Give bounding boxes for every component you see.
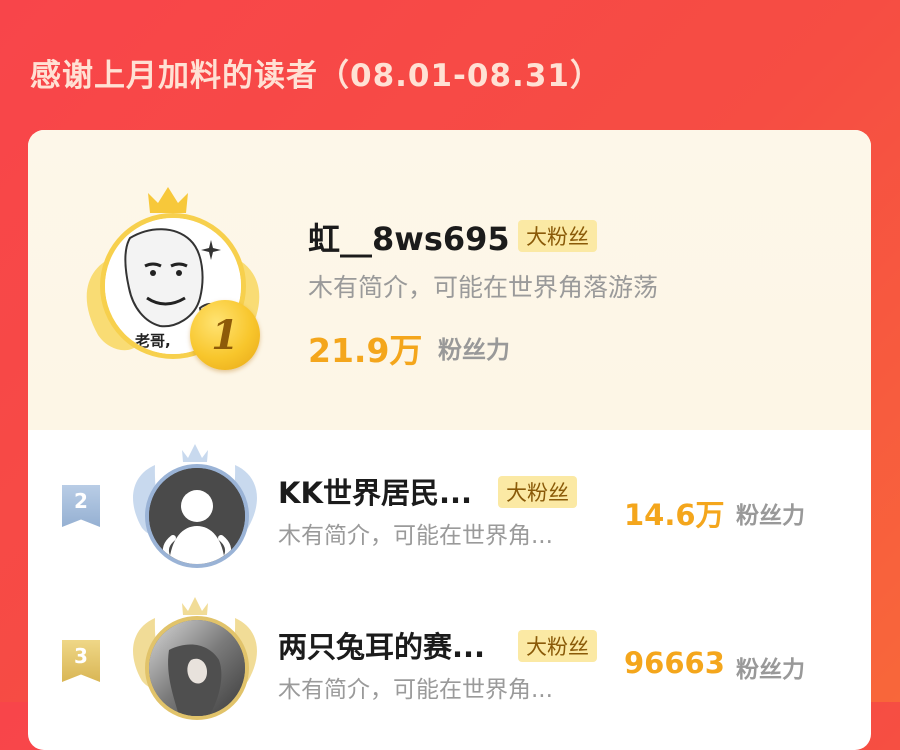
fans-power-label: 粉丝力: [736, 503, 805, 529]
reader-bio: 木有简介，可能在世界角...: [278, 677, 553, 703]
reader-bio: 木有简介，可能在世界角...: [278, 523, 553, 549]
fans-power-label: 粉丝力: [736, 657, 805, 683]
reader-ranking-card: 老哥, 1 虹__8ws695 大粉丝 木有简介，可能在世界角落游荡 21.9万…: [28, 130, 871, 750]
fans-power-value: 96663: [624, 646, 725, 680]
fans-power-value: 21.9万: [308, 331, 423, 370]
reader-avatar[interactable]: [145, 464, 249, 568]
reader-name[interactable]: KK世界居民...: [278, 470, 472, 512]
reader-name[interactable]: 两只兔耳的赛...: [278, 624, 485, 666]
top-reader-name[interactable]: 虹__8ws695: [308, 214, 510, 260]
rank-3-badge: 3: [62, 640, 100, 682]
page-title: 感谢上月加料的读者（08.01-08.31）: [30, 58, 602, 94]
reader-row-3[interactable]: 3 两只兔耳的赛... 大粉丝 木有简介，可能在世界角... 96663 粉丝力: [28, 588, 871, 750]
crown-icon: [148, 187, 188, 213]
rank-1-medal: 1: [190, 300, 260, 370]
fans-power-label: 粉丝力: [438, 336, 510, 364]
top-reader-section[interactable]: 老哥, 1 虹__8ws695 大粉丝 木有简介，可能在世界角落游荡 21.9万…: [28, 130, 871, 430]
fan-level-badge: 大粉丝: [518, 630, 597, 662]
default-avatar-icon: [149, 468, 245, 564]
reader-row-2[interactable]: 2 KK世界居民... 大粉丝 木有简介，可能在世界角... 14.6万 粉丝力: [28, 430, 871, 588]
fan-level-badge: 大粉丝: [518, 220, 597, 252]
fan-level-badge: 大粉丝: [498, 476, 577, 508]
rank-2-badge: 2: [62, 485, 100, 527]
fans-power-value: 14.6万: [624, 498, 725, 532]
reader-avatar[interactable]: [145, 616, 249, 720]
avatar-caption: 老哥,: [134, 332, 171, 350]
top-reader-bio: 木有简介，可能在世界角落游荡: [308, 273, 659, 302]
